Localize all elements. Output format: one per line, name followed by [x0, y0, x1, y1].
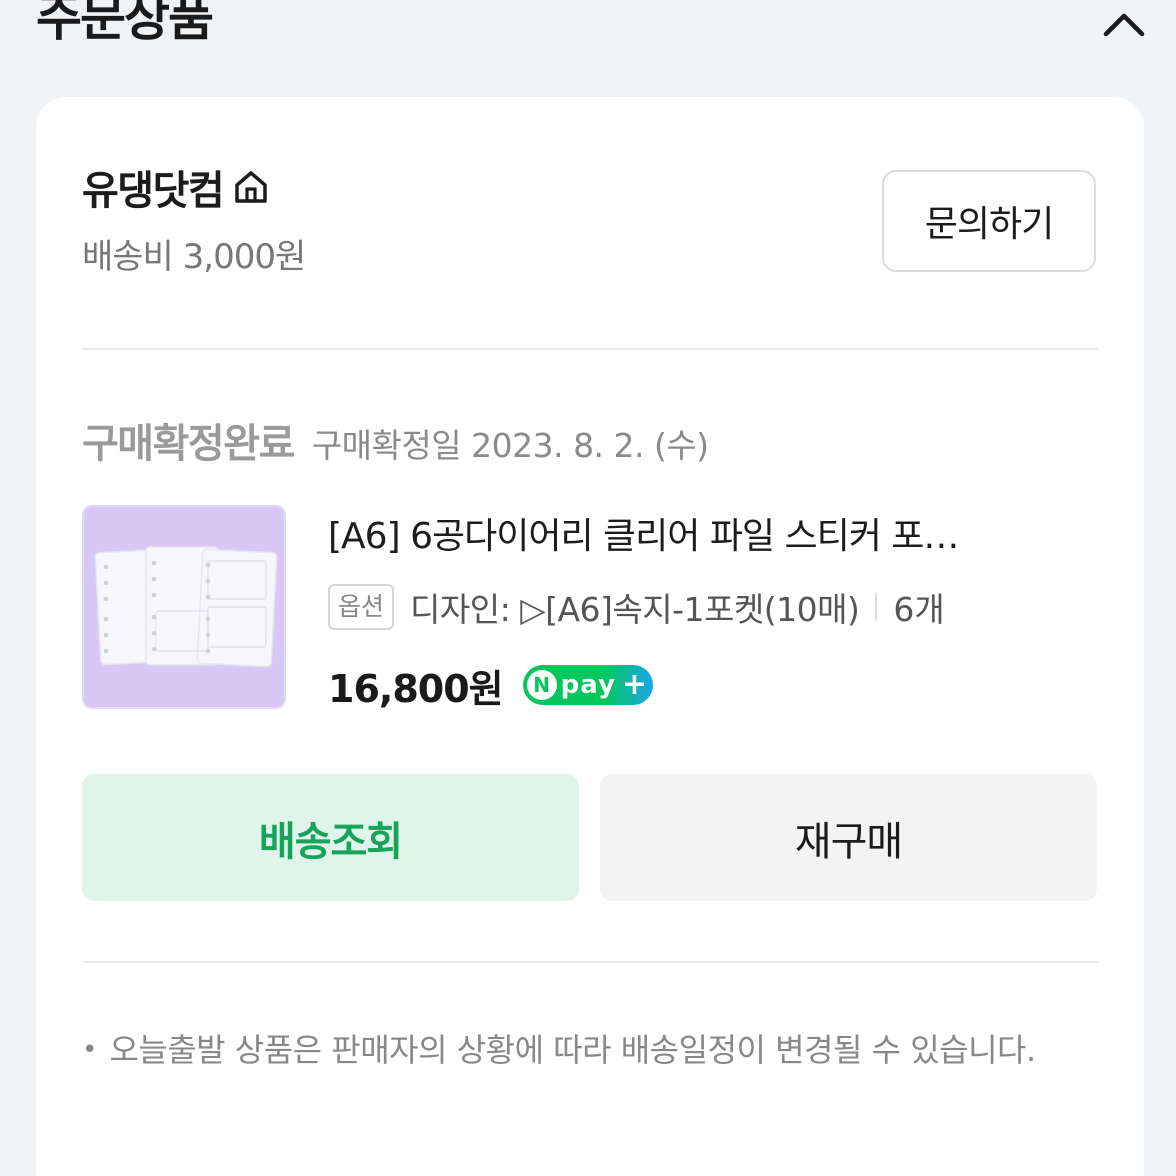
shipping-fee: 배송비 3,000원	[82, 237, 306, 277]
product-price: 16,800원	[328, 666, 504, 711]
notice-text: 오늘출발 상품은 판매자의 상황에 따라 배송일정이 변경될 수 있습니다.	[109, 1031, 1036, 1069]
inquiry-button[interactable]: 문의하기	[882, 170, 1096, 272]
product-title[interactable]: [A6] 6공다이어리 클리어 파일 스티커 포…	[328, 507, 1098, 563]
shipping-notice: • 오늘출발 상품은 판매자의 상황에 따라 배송일정이 변경될 수 있습니다.	[82, 1021, 1098, 1079]
section-header: 주문상품	[0, 0, 1176, 60]
section-title: 주문상품	[36, 0, 214, 47]
price-row: 16,800원 N pay +	[328, 657, 654, 713]
collapse-button[interactable]	[1096, 2, 1152, 46]
divider	[82, 348, 1098, 350]
plus-icon: +	[621, 667, 648, 702]
product-quantity: 6개	[893, 590, 945, 629]
rebuy-button[interactable]: 재구매	[600, 774, 1097, 901]
order-card: 유댕닷컴 배송비 3,000원 문의하기 구매확정완료 구매확정일 2023. …	[36, 97, 1144, 1176]
product-thumbnail[interactable]	[82, 505, 286, 709]
chevron-up-icon	[1103, 13, 1145, 37]
order-products-page: 주문상품 유댕닷컴 배송비 3,000원 문의하기 구매확정완료 구매확정일 2…	[0, 0, 1176, 1176]
binder-sheets-image	[84, 507, 284, 707]
npay-n-icon: N	[526, 670, 557, 700]
confirm-date: 구매확정일 2023. 8. 2. (수)	[311, 426, 709, 465]
npay-label: pay	[560, 670, 616, 700]
home-icon[interactable]	[231, 167, 271, 207]
store-header: 유댕닷컴	[82, 159, 271, 215]
option-badge: 옵션	[328, 584, 395, 630]
npay-plus-badge: N pay +	[522, 665, 654, 705]
option-text: 디자인: ▷[A6]속지-1포켓(10매)	[410, 590, 860, 629]
bullet-icon: •	[82, 1035, 98, 1065]
delivery-tracking-button[interactable]: 배송조회	[82, 774, 579, 901]
store-name[interactable]: 유댕닷컴	[82, 158, 225, 216]
order-status-row: 구매확정완료 구매확정일 2023. 8. 2. (수)	[82, 411, 709, 471]
order-status: 구매확정완료	[82, 421, 295, 467]
option-separator	[875, 593, 878, 621]
divider	[82, 961, 1098, 963]
product-option-row: 옵션 디자인: ▷[A6]속지-1포켓(10매) 6개	[328, 580, 945, 634]
